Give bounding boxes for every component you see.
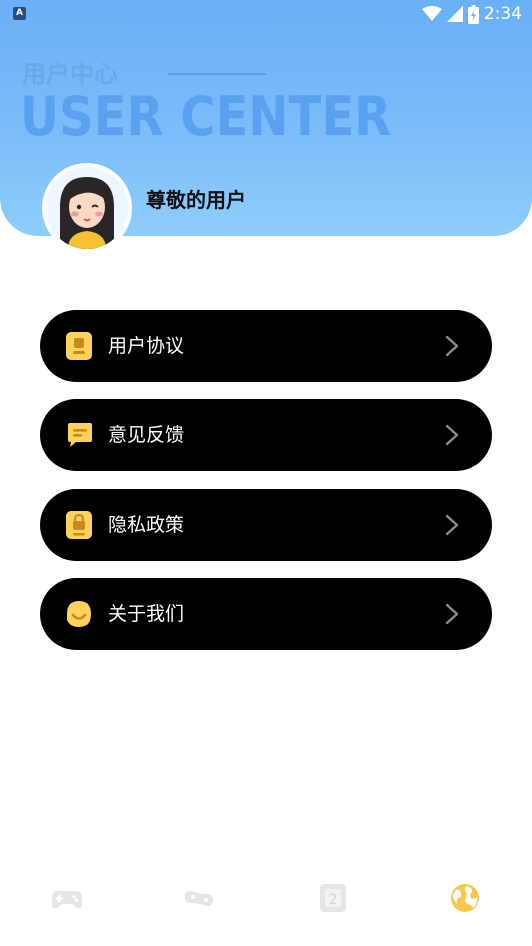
girl-avatar-icon: [46, 167, 128, 249]
page-title-cn: 用户中心: [22, 60, 118, 88]
wifi-icon: [421, 6, 442, 21]
chat-bubble-icon: [68, 423, 92, 447]
menu-item-label: 用户协议: [108, 335, 185, 357]
chevron-right-icon: [445, 514, 459, 536]
menu-item-label: 关于我们: [108, 603, 185, 625]
lock-document-icon: [66, 511, 92, 539]
status-time: 2:34: [483, 4, 522, 24]
chevron-right-icon: [445, 335, 459, 357]
chevron-right-icon: [445, 424, 459, 446]
username-label: 尊敬的用户: [146, 188, 246, 212]
menu-item-privacy-policy[interactable]: 隐私政策: [40, 489, 492, 561]
title-divider: [168, 73, 266, 75]
menu-item-about-us[interactable]: 关于我们: [40, 578, 492, 650]
menu-item-label: 意见反馈: [108, 424, 185, 446]
app-notification-icon: A: [13, 7, 26, 20]
page-title-en: USER CENTER: [20, 85, 392, 148]
nav-card-number: 2: [329, 892, 338, 908]
status-bar: A 2:34: [0, 0, 532, 28]
gamepad-icon[interactable]: [49, 880, 85, 916]
menu-item-label: 隐私政策: [108, 514, 185, 536]
game-controller-icon[interactable]: [181, 880, 217, 916]
menu-item-user-agreement[interactable]: 用户协议: [40, 310, 492, 382]
number-card-icon[interactable]: 2: [315, 880, 351, 916]
menu-item-feedback[interactable]: 意见反馈: [40, 399, 492, 471]
battery-icon: [467, 4, 479, 24]
avatar[interactable]: [42, 163, 132, 253]
document-icon: [66, 332, 92, 360]
bottom-nav: 2: [0, 870, 532, 930]
chevron-right-icon: [445, 603, 459, 625]
signal-icon: [446, 6, 463, 22]
globe-icon[interactable]: [447, 880, 483, 916]
smiley-icon: [67, 601, 91, 627]
